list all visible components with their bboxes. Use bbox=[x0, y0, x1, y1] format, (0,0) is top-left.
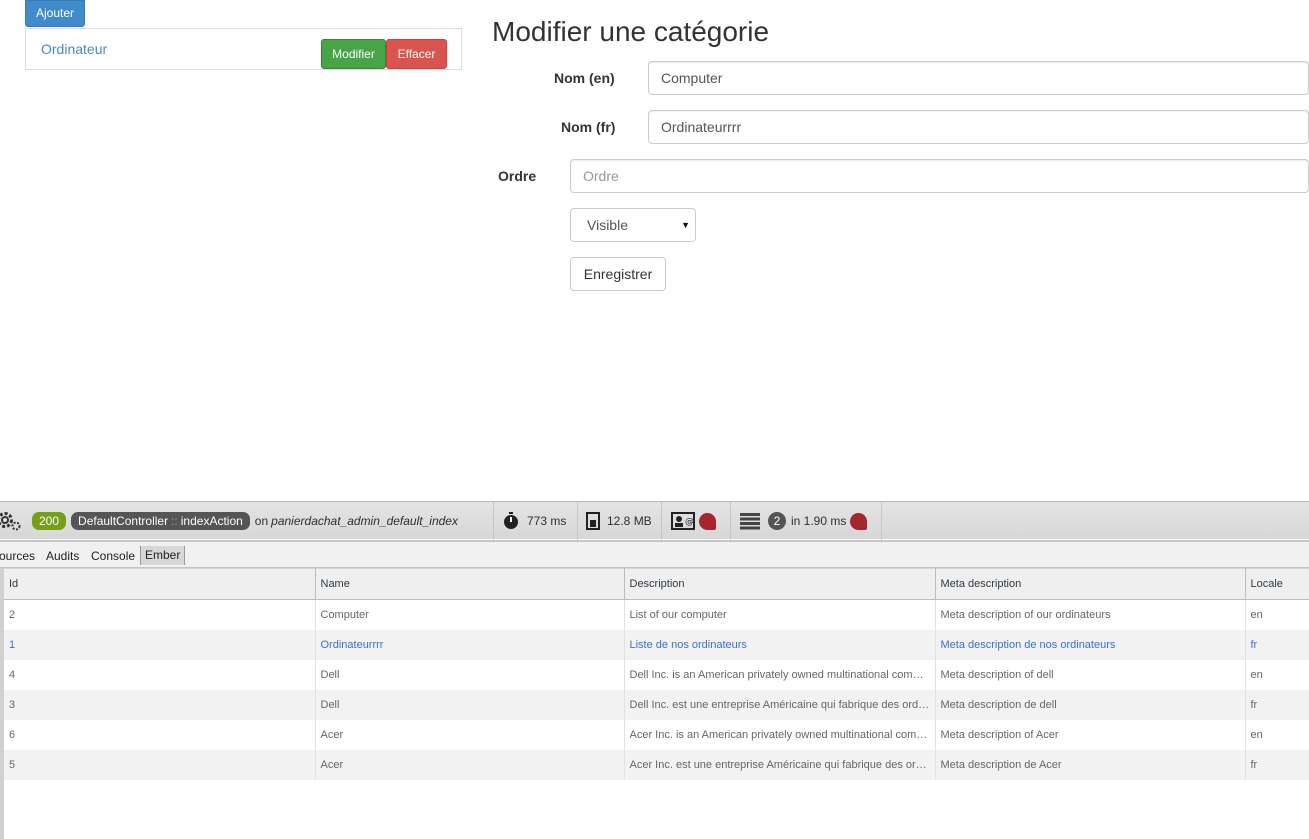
table-header-row: Id Name Description Meta description Loc… bbox=[4, 568, 1309, 600]
query-time: in 1.90 ms bbox=[791, 514, 847, 528]
memory-icon bbox=[586, 512, 600, 530]
cell-name: Dell bbox=[315, 689, 625, 720]
name-en-input[interactable] bbox=[648, 61, 1309, 95]
cell-meta-description: Meta description of dell bbox=[935, 659, 1246, 690]
name-fr-label: Nom (fr) bbox=[561, 119, 616, 135]
controller-name: DefaultController bbox=[78, 514, 169, 528]
error-indicator bbox=[850, 512, 868, 530]
cell-description: Liste de nos ordinateurs bbox=[624, 629, 936, 660]
cell-meta-description: Meta description of our ordinateurs bbox=[935, 599, 1246, 630]
database-icon bbox=[740, 513, 760, 530]
delete-button[interactable]: Effacer bbox=[386, 39, 447, 69]
cell-name: Ordinateurrrr bbox=[315, 629, 625, 660]
cell-locale: en bbox=[1245, 719, 1309, 750]
cell-id: 1 bbox=[4, 629, 316, 660]
cell-name: Computer bbox=[315, 599, 625, 630]
tab-ember[interactable]: Ember bbox=[140, 546, 186, 565]
tab-audits[interactable]: Audits bbox=[46, 549, 79, 563]
cell-meta-description: Meta description de dell bbox=[935, 689, 1246, 720]
column-header-id[interactable]: Id bbox=[4, 568, 316, 600]
cell-id: 5 bbox=[4, 749, 316, 780]
column-header-name[interactable]: Name bbox=[315, 568, 625, 600]
stopwatch-icon bbox=[504, 512, 518, 529]
database-panel[interactable]: 2 in 1.90 ms bbox=[731, 502, 882, 540]
chevron-down-icon: ▼ bbox=[681, 220, 690, 230]
action-separator: :: bbox=[171, 514, 178, 528]
cell-description: Dell Inc. is an American privately owned… bbox=[624, 659, 936, 690]
cell-id: 4 bbox=[4, 659, 316, 690]
svg-text:@: @ bbox=[685, 517, 694, 527]
tab-console[interactable]: Console bbox=[91, 549, 135, 563]
table-row[interactable]: 3 Dell Dell Inc. est une entreprise Amér… bbox=[4, 689, 1309, 720]
cell-meta-description: Meta description of Acer bbox=[935, 719, 1246, 750]
cell-id: 3 bbox=[4, 689, 316, 720]
order-input[interactable] bbox=[570, 159, 1309, 193]
memory-panel[interactable]: 12.8 MB bbox=[578, 502, 662, 540]
cell-id: 6 bbox=[4, 719, 316, 750]
cell-name: Dell bbox=[315, 659, 625, 690]
query-count-badge: 2 bbox=[768, 512, 786, 530]
error-indicator bbox=[699, 512, 716, 530]
edit-button[interactable]: Modifier bbox=[321, 39, 386, 69]
name-en-label: Nom (en) bbox=[554, 70, 615, 86]
add-button[interactable]: Ajouter bbox=[25, 0, 85, 27]
data-table: Id Name Description Meta description Loc… bbox=[4, 568, 1309, 780]
cell-locale: fr bbox=[1245, 749, 1309, 780]
cell-description: Dell Inc. est une entreprise Américaine … bbox=[624, 689, 936, 720]
request-panel[interactable]: 200 DefaultController:: indexAction on pa… bbox=[32, 502, 494, 540]
order-label: Ordre bbox=[498, 168, 537, 184]
request-time: 773 ms bbox=[527, 514, 567, 528]
security-panel[interactable]: @ bbox=[662, 502, 731, 540]
controller-badge: DefaultController:: indexAction bbox=[71, 512, 250, 530]
memory-usage: 12.8 MB bbox=[607, 514, 652, 528]
column-header-description[interactable]: Description bbox=[624, 568, 936, 600]
save-button[interactable]: Enregistrer bbox=[570, 257, 666, 291]
column-header-locale[interactable]: Locale bbox=[1245, 568, 1309, 600]
route-prefix: on bbox=[254, 514, 269, 528]
cell-name: Acer bbox=[315, 719, 625, 750]
visibility-select-value: Visible bbox=[587, 217, 628, 233]
gear-icon[interactable] bbox=[0, 510, 24, 532]
cell-description: List of our computer bbox=[624, 599, 936, 630]
table-row[interactable]: 6 Acer Acer Inc. is an American privatel… bbox=[4, 719, 1309, 750]
table-row[interactable]: 2 Computer List of our computer Meta des… bbox=[4, 599, 1309, 630]
page-title: Modifier une catégorie bbox=[492, 16, 770, 47]
cell-meta-description: Meta description de Acer bbox=[935, 749, 1246, 780]
tab-sources[interactable]: ources bbox=[0, 549, 35, 563]
action-name: indexAction bbox=[180, 514, 243, 528]
cell-description: Acer Inc. is an American privately owned… bbox=[624, 719, 936, 750]
cell-id: 2 bbox=[4, 599, 316, 630]
devtools-tabbar: ources Audits Console Ember bbox=[0, 540, 1309, 568]
cell-locale: fr bbox=[1245, 629, 1309, 660]
route-name: panierdachat_admin_default_index bbox=[271, 514, 458, 528]
column-header-meta-description[interactable]: Meta description bbox=[935, 568, 1246, 600]
table-row[interactable]: 5 Acer Acer Inc. est une entreprise Amér… bbox=[4, 749, 1309, 780]
cell-locale: en bbox=[1245, 659, 1309, 690]
security-icon: @ bbox=[671, 512, 695, 530]
cell-name: Acer bbox=[315, 749, 625, 780]
table-row[interactable]: 1 Ordinateurrrr Liste de nos ordinateurs… bbox=[4, 629, 1309, 660]
cell-description: Acer Inc. est une entreprise Américaine … bbox=[624, 749, 936, 780]
status-badge: 200 bbox=[32, 512, 67, 530]
cell-locale: en bbox=[1245, 599, 1309, 630]
category-list-item: Ordinateur Modifier Effacer bbox=[25, 28, 462, 70]
table-row[interactable]: 4 Dell Dell Inc. is an American privatel… bbox=[4, 659, 1309, 690]
category-link-ordinateur[interactable]: Ordinateur bbox=[41, 41, 107, 57]
time-panel[interactable]: 773 ms bbox=[494, 502, 578, 540]
debug-toolbar: 200 DefaultController:: indexAction on pa… bbox=[0, 501, 1309, 540]
cell-locale: fr bbox=[1245, 689, 1309, 720]
cell-meta-description: Meta description de nos ordinateurs bbox=[935, 629, 1246, 660]
name-fr-input[interactable] bbox=[648, 110, 1309, 144]
visibility-select[interactable]: Visible ▼ bbox=[570, 208, 696, 242]
